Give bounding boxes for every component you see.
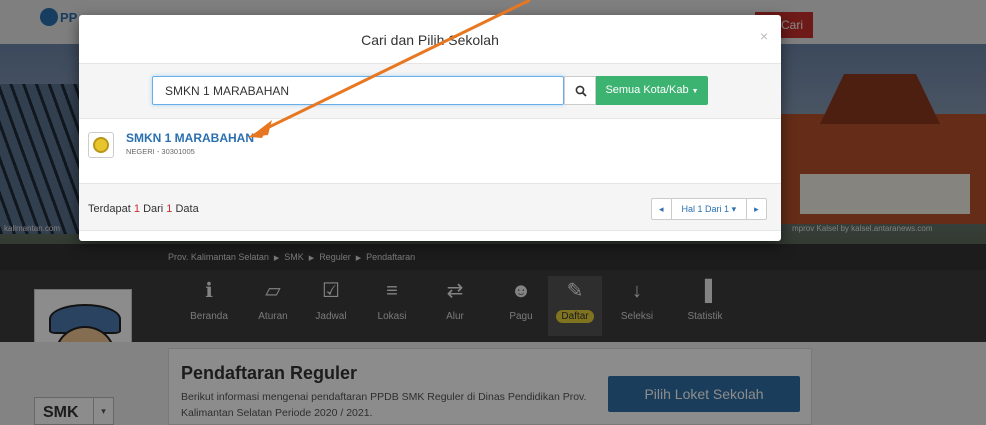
caret-down-icon: ▼ xyxy=(691,88,699,95)
school-name[interactable]: SMKN 1 MARABAHAN xyxy=(126,131,254,145)
page-select[interactable]: Hal 1 Dari 1 ▾ xyxy=(670,199,748,219)
result-footer: Terdapat 1 Dari 1 Data ◂ Hal 1 Dari 1 ▾ … xyxy=(79,183,781,231)
modal-header: Cari dan Pilih Sekolah × xyxy=(79,15,781,64)
school-search-modal: Cari dan Pilih Sekolah × Semua Kota/Kab▼… xyxy=(79,15,781,241)
search-icon xyxy=(575,85,587,97)
pagination: ◂ Hal 1 Dari 1 ▾ ▸ xyxy=(651,198,767,220)
search-bar: Semua Kota/Kab▼ xyxy=(79,64,781,119)
school-logo-icon xyxy=(88,132,114,158)
caret-down-icon: ▾ xyxy=(731,204,737,214)
result-count: Terdapat 1 Dari 1 Data xyxy=(88,203,199,215)
modal-title: Cari dan Pilih Sekolah xyxy=(361,32,499,48)
search-button[interactable] xyxy=(564,76,596,105)
school-search-input[interactable] xyxy=(152,76,564,105)
school-npsn: NEGERI - 30301005 xyxy=(126,147,195,156)
close-icon[interactable]: × xyxy=(760,28,768,44)
next-page-button[interactable]: ▸ xyxy=(747,199,766,219)
kota-kab-dropdown[interactable]: Semua Kota/Kab ▼ xyxy=(596,76,708,105)
kota-kab-label: Semua Kota/Kab xyxy=(605,84,689,96)
search-result-item[interactable]: SMKN 1 MARABAHAN NEGERI - 30301005 xyxy=(79,119,781,183)
prev-page-button[interactable]: ◂ xyxy=(652,199,671,219)
